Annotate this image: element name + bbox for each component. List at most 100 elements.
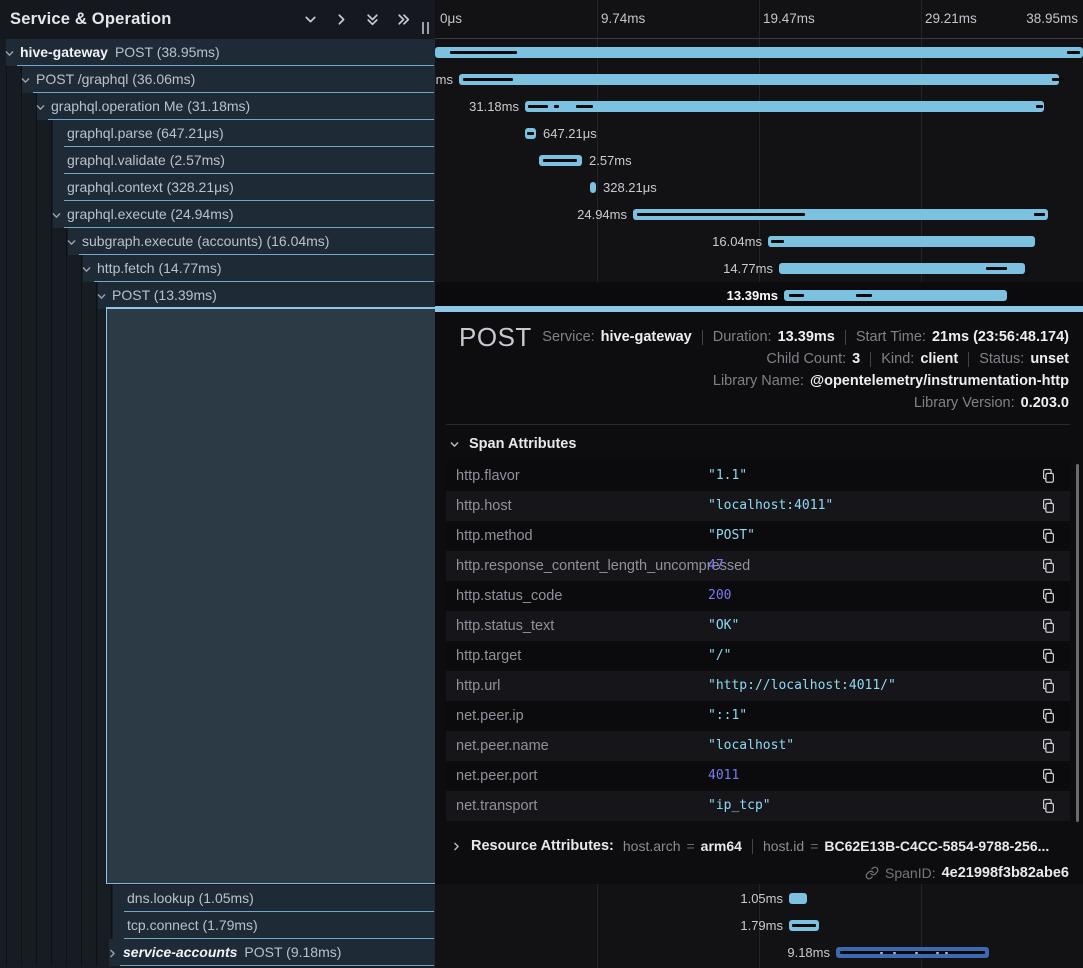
span-id-value[interactable]: 4e21998f3b82abe6 [942,865,1069,881]
resource-attributes-title[interactable]: Resource Attributes: [471,838,614,854]
caret-down-icon[interactable] [4,48,15,59]
copy-icon[interactable] [1041,588,1056,609]
span-bar[interactable] [435,47,1083,58]
span-bar[interactable] [525,101,1044,112]
caret-down-icon[interactable] [20,75,31,86]
bar-tick [528,105,548,108]
bar-tick [771,240,784,243]
tree-row[interactable]: http.fetch (14.77ms) [0,255,435,282]
tree-row[interactable]: tcp.connect (1.79ms) [0,912,435,939]
span-bar[interactable] [779,263,1025,274]
ruler-tick: 19.47ms [763,11,815,26]
bar-tick [554,105,559,108]
tree-row[interactable]: dns.lookup (1.05ms) [0,885,435,912]
caret-down-icon[interactable] [35,102,46,113]
attribute-key: net.transport [456,791,537,821]
span-label: graphql.parse (647.21μs) [67,120,224,147]
attribute-key: http.host [456,491,512,521]
attribute-value: 200 [708,581,731,611]
scrollbar[interactable] [1076,464,1079,822]
tree-row[interactable]: graphql.parse (647.21μs) [0,120,435,147]
caret-right-icon[interactable] [107,948,118,959]
attribute-key: http.method [456,521,533,551]
copy-icon[interactable] [1041,468,1056,489]
chevron-right-icon[interactable] [451,841,462,852]
caret-down-icon[interactable] [66,237,77,248]
span-bar[interactable] [525,128,536,139]
trace-viewer: Service & Operation hive-gatewayPOST (38… [0,0,1083,968]
attribute-row: http.url"http://localhost:4011/" [446,671,1070,701]
copy-icon[interactable] [1041,558,1056,579]
attribute-row: http.target"/" [446,641,1070,671]
span-bar[interactable] [784,290,1007,301]
span-bar[interactable] [539,155,582,166]
attribute-value: "localhost:4011" [708,491,833,521]
ruler-tick: 0μs [440,11,462,26]
attribute-value: "localhost" [708,731,794,761]
ruler-tick: 9.74ms [601,11,645,26]
attribute-row: http.method"POST" [446,521,1070,551]
duration-label: 16.04ms [562,228,762,255]
span-label: graphql.context (328.21μs) [67,174,234,201]
chevron-right-icon[interactable] [334,12,349,27]
caret-down-icon[interactable] [51,210,62,221]
span-bar[interactable] [789,893,807,904]
copy-icon[interactable] [1041,648,1056,669]
span-bar[interactable] [633,209,1048,220]
attribute-key: http.status_text [456,611,554,641]
tree-row[interactable]: graphql.execute (24.94ms) [0,201,435,228]
bar-tick [527,132,534,135]
span-label: service-accountsPOST (9.18ms) [123,939,341,966]
span-attributes-title: Span Attributes [469,436,576,452]
duration-label: 36.06ms [435,66,453,93]
link-icon[interactable] [865,866,879,880]
duration-label: 24.94ms [435,201,627,228]
caret-down-icon[interactable] [81,264,92,275]
pane-resize-handle[interactable] [422,22,429,34]
tree-row[interactable]: graphql.operation Me (31.18ms) [0,93,435,120]
duration-label: 9.18ms [630,939,830,966]
span-attributes-header[interactable]: Span Attributes [449,436,576,452]
duration-label: 1.05ms [583,885,783,912]
expanded-span-filler [106,309,435,884]
span-bar[interactable] [836,947,989,958]
copy-icon[interactable] [1041,618,1056,639]
duration-label: 647.21μs [543,120,597,147]
bar-tick [637,213,805,216]
copy-icon[interactable] [1041,498,1056,519]
attribute-key: http.target [456,641,521,671]
attribute-value: "http://localhost:4011/" [708,671,896,701]
bar-dot [945,952,948,955]
tree-row[interactable]: graphql.validate (2.57ms) [0,147,435,174]
span-attributes-table: http.flavor"1.1"http.host"localhost:4011… [446,461,1070,821]
tree-row[interactable]: hive-gatewayPOST (38.95ms) [0,39,435,66]
service-name: service-accounts [123,944,237,960]
bar-tick [1034,213,1045,216]
chevron-down-icon[interactable] [303,12,318,27]
span-label: POST /graphql (36.06ms) [36,66,195,93]
copy-icon[interactable] [1041,678,1056,699]
copy-icon[interactable] [1041,768,1056,789]
span-bar[interactable] [789,920,819,931]
double-chevron-right-icon[interactable] [396,12,411,27]
attribute-key: http.flavor [456,461,520,491]
copy-icon[interactable] [1041,738,1056,759]
span-bar[interactable] [590,182,596,193]
caret-down-icon[interactable] [96,291,107,302]
divider [702,330,703,345]
resource-attribute: host.arch=arm64 [623,838,742,854]
copy-icon[interactable] [1041,798,1056,819]
tree-row[interactable]: service-accountsPOST (9.18ms) [0,939,435,966]
chevron-down-icon [449,439,460,450]
span-bar[interactable] [768,236,1035,247]
resource-attributes-items: host.arch=arm64host.id=BC62E13B-C4CC-585… [623,838,1049,854]
copy-icon[interactable] [1041,708,1056,729]
detail-field: Library Version:0.203.0 [914,395,1069,411]
double-chevron-down-icon[interactable] [365,12,380,27]
tree-row[interactable]: graphql.context (328.21μs) [0,174,435,201]
tree-row[interactable]: POST /graphql (36.06ms) [0,66,435,93]
tree-row[interactable]: subgraph.execute (accounts) (16.04ms) [0,228,435,255]
copy-icon[interactable] [1041,528,1056,549]
tree-row[interactable]: POST (13.39ms) [0,282,435,309]
span-bar[interactable] [459,74,1059,85]
